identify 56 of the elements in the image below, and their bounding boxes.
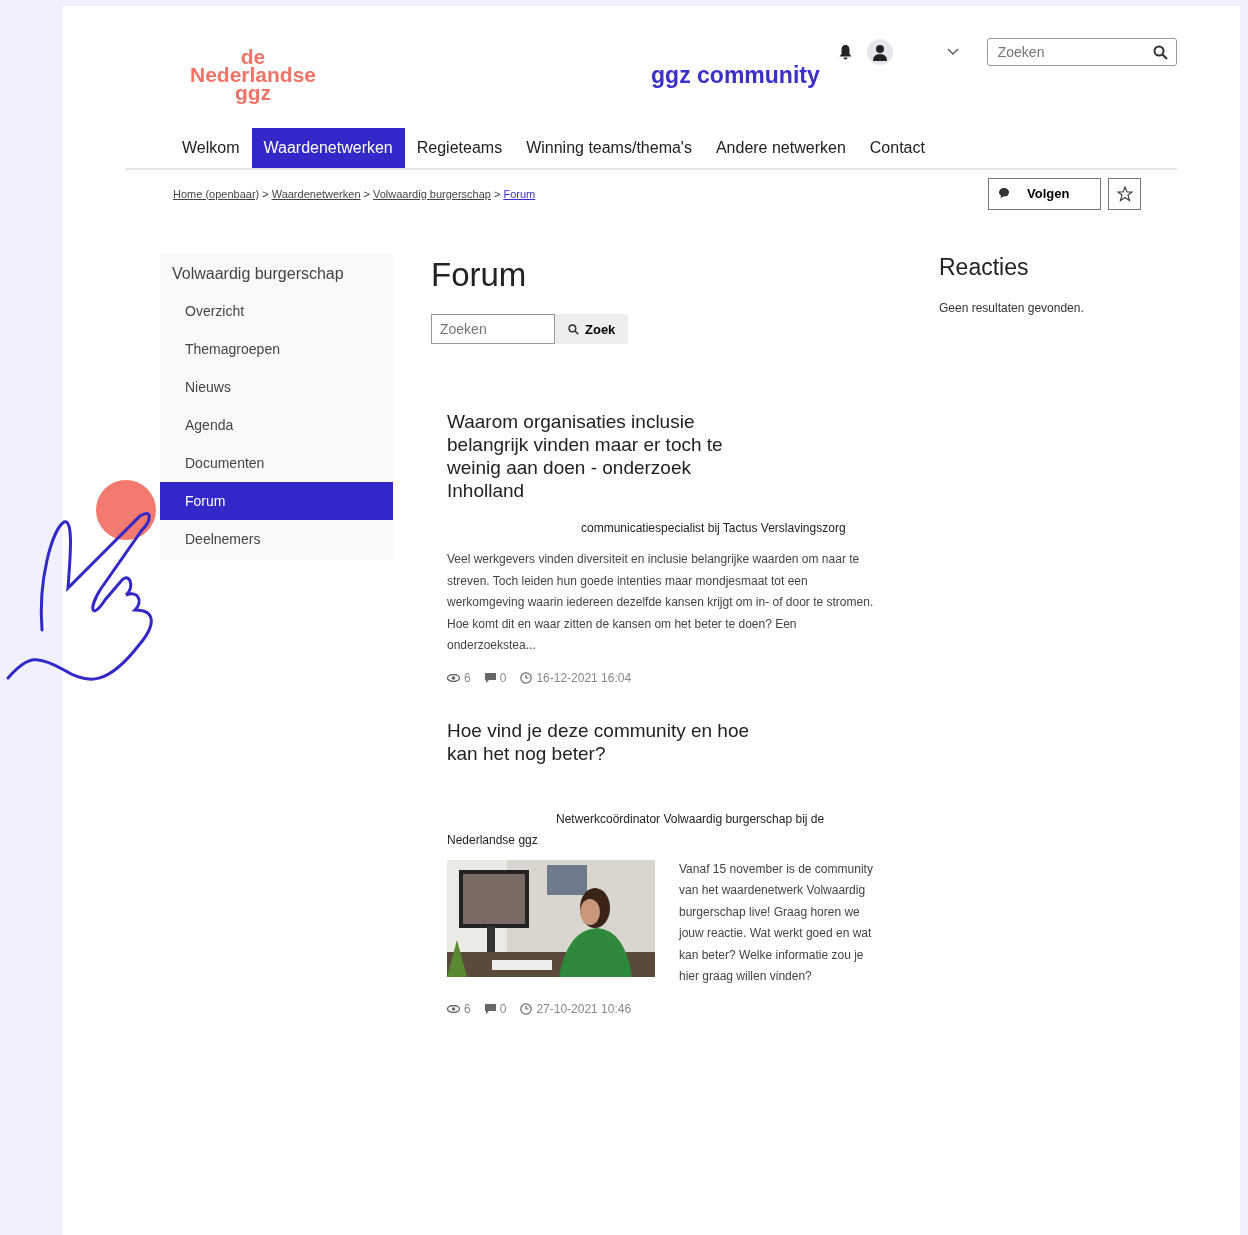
bell-icon[interactable] — [837, 44, 853, 60]
search-field[interactable]: Zoeken — [986, 38, 1177, 66]
nav-tab[interactable]: Winning teams/thema's — [514, 128, 704, 168]
favorite-button[interactable] — [1108, 177, 1141, 210]
comment-count: 0 — [499, 670, 507, 685]
sidebar-item[interactable]: Deelnemers — [160, 520, 393, 558]
breadcrumb-separator: > — [262, 187, 269, 200]
comment-icon — [484, 672, 496, 683]
view-count: 6 — [464, 1001, 471, 1016]
breadcrumb-separator: > — [494, 187, 501, 200]
sidebar-item[interactable]: Documenten — [160, 444, 393, 482]
star-icon — [1116, 185, 1133, 202]
post-excerpt: Veel werkgevers vinden diversiteit en inclusie belangrijke waarden om naar te streven. Toch leiden hun goede intenties maar mondjesmaat tot een werkomgeving waarin iedereen dezelfde kansen krijgt om in- of door te stromen. Hoe komt dit en waar zitten de kansen om het beter te doen? Een onderzoekstea... — [447, 551, 875, 654]
author-role: communicatiespecialist bij Tactus Verslavingszorg — [580, 520, 847, 537]
sidebar-item[interactable]: Nieuws — [160, 368, 393, 406]
breadcrumb-link[interactable]: Waardenetwerken — [271, 187, 361, 200]
user-avatar[interactable] — [866, 39, 893, 65]
post-excerpt: Vanaf 15 november is de community van het waardenetwerk Volwaardig burgerschap live! Graag horen we jouw reactie. Wat werkt goed en wat kan beter? Welke informatie zou je hier graag willen vinden? — [679, 860, 874, 985]
eye-icon — [447, 1004, 460, 1013]
breadcrumb-link[interactable]: Volwaardig burgerschap — [372, 187, 491, 200]
nav-tab[interactable]: Waardenetwerken — [251, 128, 405, 168]
search-icon — [568, 323, 579, 335]
author-role: Netwerkcoördinator Volwaardig burgerschap bij de Nederlandse ggz — [447, 810, 826, 849]
sidebar-item[interactable]: Overzicht — [160, 292, 393, 330]
sidebar-item[interactable]: Agenda — [160, 406, 393, 444]
view-count: 6 — [464, 670, 471, 685]
clock-icon — [520, 1002, 533, 1015]
follow-button[interactable]: Volgen — [988, 177, 1101, 210]
sidebar-item[interactable]: Themagroepen — [160, 330, 393, 368]
empty-message: Geen resultaten gevonden. — [939, 301, 1084, 315]
comment-count: 0 — [499, 1001, 507, 1016]
sidebar-title[interactable]: Volwaardig burgerschap — [160, 254, 393, 292]
nav-tab[interactable]: Andere netwerken — [703, 128, 858, 168]
site-title: ggz community — [651, 62, 820, 89]
sidebar-item[interactable]: Forum — [160, 482, 393, 520]
nav-tab[interactable]: Welkom — [170, 128, 252, 168]
search-button[interactable]: Zoek — [555, 314, 629, 344]
reactions-title: Reacties — [939, 254, 1030, 281]
post-date: 27-10-2021 10:46 — [536, 1001, 632, 1016]
nav-tab[interactable]: Regieteams — [404, 128, 515, 168]
clock-icon — [520, 671, 533, 684]
breadcrumb-link[interactable]: Forum — [503, 187, 536, 200]
post-date: 16-12-2021 16:04 — [536, 670, 632, 685]
post-title[interactable]: Waarom organisaties inclusie belangrijk vinden maar er toch te weinig aan doen - onderzoek Inholland — [447, 410, 767, 502]
eye-icon — [447, 673, 460, 682]
page-title: Forum — [431, 256, 528, 294]
breadcrumb-link[interactable]: Home (openbaar) — [173, 187, 260, 200]
nav-tab[interactable]: Contact — [857, 128, 937, 168]
speech-bubble-icon — [999, 188, 1011, 199]
touch-indicator — [96, 480, 156, 540]
post-title[interactable]: Hoe vind je deze community en hoe kan het nog beter? — [447, 718, 767, 765]
comment-icon — [484, 1003, 496, 1014]
breadcrumb-separator: > — [363, 187, 370, 200]
search-icon — [1152, 44, 1168, 60]
forum-search-field[interactable]: Zoeken — [431, 314, 555, 344]
chevron-down-icon[interactable] — [946, 48, 959, 56]
